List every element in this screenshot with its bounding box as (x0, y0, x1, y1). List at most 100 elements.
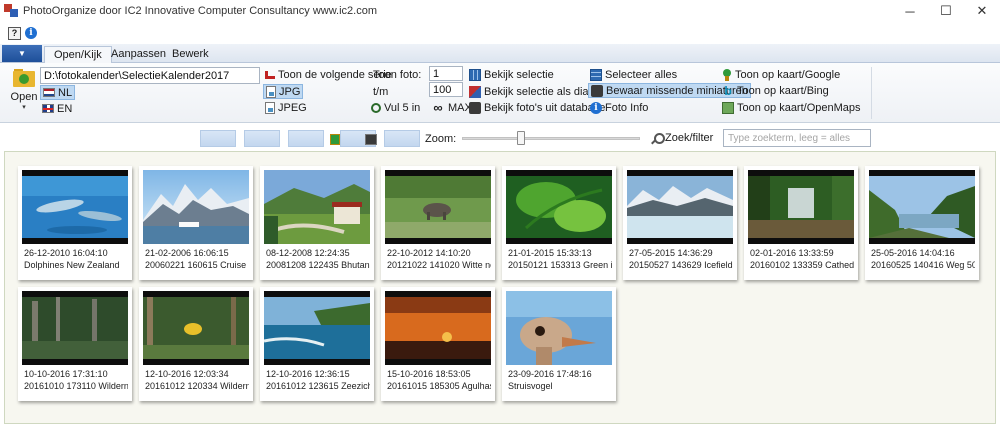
zoek-filter-button[interactable]: Zoek/filter (651, 132, 713, 144)
map-pin-icon[interactable] (330, 134, 340, 145)
title-bar: PhotoOrganize door IC2 Innovative Comput… (0, 0, 1000, 22)
language-nl-button[interactable]: NL (40, 85, 76, 100)
photo-thumbnail-card[interactable]: 15-10-2016 18:53:05 20161015 185305 Agulh… (381, 287, 495, 401)
photo-date: 02-01-2016 13:33:59 (750, 248, 834, 258)
photo-thumbnail-card[interactable]: 23-09-2016 17:48:16 Struisvogel (502, 287, 616, 401)
photo-name: 20150527 143629 Icefield P (629, 260, 733, 270)
photo-thumbnail-card[interactable]: 02-01-2016 13:33:59 20160102 133359 Cathe… (744, 166, 858, 280)
photo-thumbnail-card[interactable]: 10-10-2016 17:31:10 20161010 173110 Wilde… (18, 287, 132, 401)
photo-image (506, 170, 612, 244)
foto-info-label: Foto Info (605, 101, 649, 114)
foto-info-button[interactable]: i Foto Info (588, 100, 650, 115)
photo-image (869, 170, 975, 244)
kaart-google-label: Toon op kaart/Google (735, 68, 841, 81)
minimize-button[interactable]: ─ (892, 0, 928, 22)
close-button[interactable]: ✕ (964, 0, 1000, 22)
zoom-slider-thumb[interactable] (516, 131, 525, 145)
open-label: Open (10, 91, 38, 103)
toon-foto-to-input[interactable] (429, 82, 463, 97)
photo-thumbnail-card[interactable]: 21-02-2006 16:06:15 20060221 160615 Cruis… (139, 166, 253, 280)
bekijk-selectie-button[interactable]: Bekijk selectie (467, 67, 556, 82)
tm-label: t/m (373, 86, 389, 98)
photo-date: 21-02-2006 16:06:15 (145, 248, 229, 258)
thumbnails-icon[interactable] (365, 134, 377, 145)
folder-path-input[interactable] (40, 67, 260, 84)
selecteer-alles-label: Selecteer alles (605, 68, 678, 81)
open-button[interactable]: Open ▾ (10, 68, 38, 118)
application-menu-button[interactable]: ▼ (2, 45, 42, 62)
save-thumbnails-icon (591, 84, 603, 97)
photo-thumbnail-card[interactable]: 22-10-2012 14:10:20 20121022 141020 Witte… (381, 166, 495, 280)
photo-image (748, 170, 854, 244)
ribbon-panel: Open ▾ NL EN Toon de volgende serie JPG … (0, 63, 1000, 123)
secondary-toolbar: Zoom: Zoek/filter (0, 124, 1000, 150)
language-en-button[interactable]: EN (40, 101, 74, 116)
ribbon-tab-row: ▼ Open/Kijk Aanpassen Bewerk (0, 44, 1000, 63)
kaart-bing-button[interactable]: b Toon op kaart/Bing (720, 83, 831, 98)
photo-name: 20150121 153313 Green igu (508, 260, 612, 270)
photo-thumbnail-card[interactable]: 26-12-2010 16:04:10 Dolphines New Zealand (18, 166, 132, 280)
vul-5-in-button[interactable]: Vul 5 in (369, 100, 422, 115)
photo-thumbnail-card[interactable]: 12-10-2016 12:36:15 20161012 123615 Zeezi… (260, 287, 374, 401)
return-arrow-icon (265, 70, 275, 79)
photo-date: 15-10-2016 18:53:05 (387, 369, 471, 379)
openstreetmap-icon (722, 101, 734, 114)
photo-thumbnail-card[interactable]: 12-10-2016 12:03:34 20161012 120334 Wilde… (139, 287, 253, 401)
toon-foto-from-input[interactable] (429, 66, 463, 81)
zoom-slider-track[interactable] (462, 137, 640, 140)
photo-image (143, 291, 249, 365)
photo-name: 20161012 123615 Zeezicht (266, 381, 370, 391)
toolbar-button-5[interactable] (384, 130, 420, 147)
photo-name: 20160525 140416 Weg 50 n (871, 260, 975, 270)
photo-thumbnail-card[interactable]: 08-12-2008 12:24:35 20081208 122435 Bhuta… (260, 166, 374, 280)
photo-image (627, 170, 733, 244)
jpg-file-icon (266, 85, 276, 98)
jpeg-button[interactable]: JPEG (263, 100, 309, 115)
open-folder-icon (13, 69, 35, 87)
photo-image (264, 291, 370, 365)
maximize-button[interactable]: ☐ (928, 0, 964, 22)
photo-thumbnail-card[interactable]: 21-01-2015 15:33:13 20150121 153313 Green… (502, 166, 616, 280)
photo-name: 20081208 122435 Bhutan P (266, 260, 370, 270)
info-icon[interactable]: i (25, 27, 37, 39)
database-icon (469, 101, 481, 114)
quick-access-toolbar: ? i (0, 24, 1000, 42)
kaart-osm-button[interactable]: Toon op kaart/OpenMaps (720, 100, 863, 115)
search-input[interactable] (723, 129, 871, 147)
photo-image (385, 291, 491, 365)
photo-name: 20060221 160615 Cruise - A (145, 260, 249, 270)
photo-image (385, 170, 491, 244)
tab-bewerk[interactable]: Bewerk (163, 46, 218, 63)
photo-name: Dolphines New Zealand (24, 260, 120, 270)
jpg-button[interactable]: JPG (263, 84, 304, 99)
jpg-label: JPG (279, 85, 301, 98)
photo-image (264, 170, 370, 244)
bekijk-database-button[interactable]: Bekijk foto's uit database (467, 100, 607, 115)
kaart-bing-label: Toon op kaart/Bing (737, 84, 829, 97)
photo-date: 12-10-2016 12:03:34 (145, 369, 229, 379)
photo-thumbnail-card[interactable]: 25-05-2016 14:04:16 20160525 140416 Weg 5… (865, 166, 979, 280)
kaart-google-button[interactable]: Toon op kaart/Google (720, 67, 842, 82)
toolbar-button-1[interactable] (200, 130, 236, 147)
photo-date: 25-05-2016 14:04:16 (871, 248, 955, 258)
toolbar-button-2[interactable] (244, 130, 280, 147)
photo-name: 20161015 185305 Agulhas L (387, 381, 491, 391)
info-icon: i (590, 101, 602, 114)
photo-name: 20121022 141020 Witte neu (387, 260, 491, 270)
photo-date: 08-12-2008 12:24:35 (266, 248, 350, 258)
jpeg-file-icon (265, 101, 275, 114)
toolbar-button-3[interactable] (288, 130, 324, 147)
open-dropdown-icon[interactable]: ▾ (22, 103, 26, 111)
photo-date: 22-10-2012 14:10:20 (387, 248, 471, 258)
ribbon-separator (871, 67, 872, 119)
jpeg-label: JPEG (278, 101, 307, 114)
infinity-icon: ∞ (433, 100, 443, 115)
map-pin-icon (722, 68, 732, 81)
photo-date: 27-05-2015 14:36:29 (629, 248, 713, 258)
photo-image (143, 170, 249, 244)
photo-name: 20161010 173110 Wilderne (24, 381, 128, 391)
photo-thumbnail-card[interactable]: 27-05-2015 14:36:29 20150527 143629 Icefi… (623, 166, 737, 280)
photo-gallery[interactable]: 26-12-2010 16:04:10 Dolphines New Zealand… (4, 151, 996, 424)
help-icon[interactable]: ? (8, 26, 21, 40)
selecteer-alles-button[interactable]: Selecteer alles (588, 67, 679, 82)
